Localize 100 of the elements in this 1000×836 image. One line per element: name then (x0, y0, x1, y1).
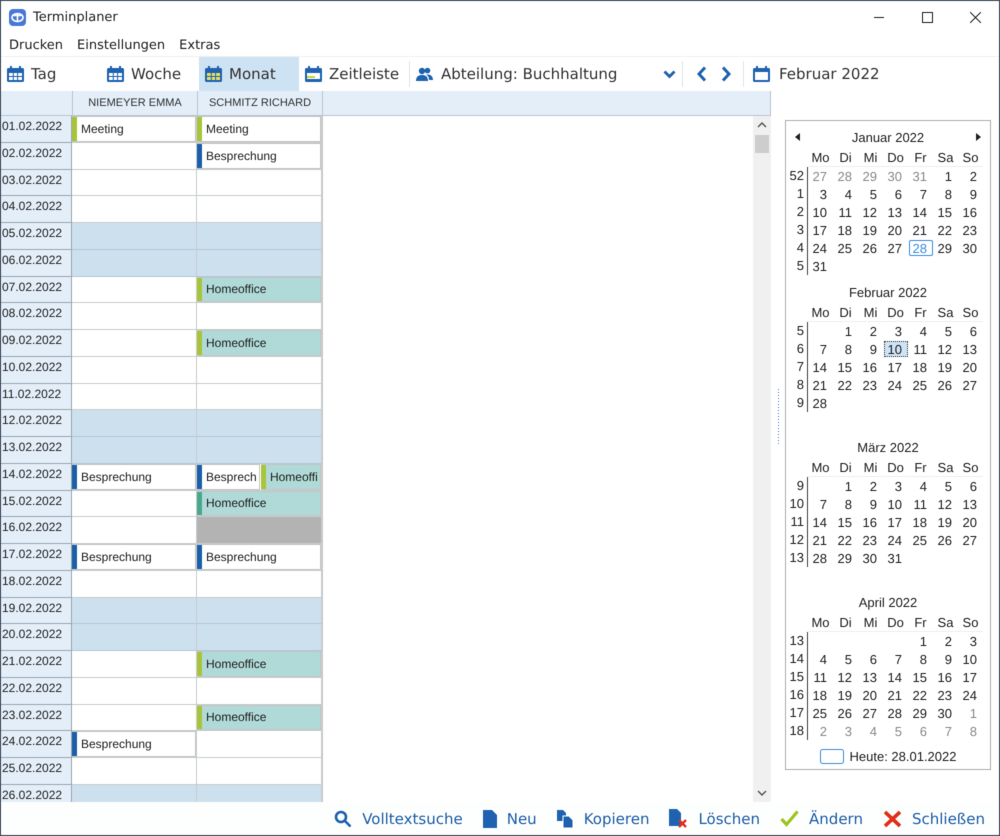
calendar-day[interactable]: 22 (834, 532, 858, 548)
calendar-day[interactable]: 2 (959, 168, 983, 184)
calendar-day[interactable]: 30 (859, 550, 883, 566)
new-button[interactable]: Neu (482, 810, 537, 828)
calendar-day[interactable]: 16 (859, 359, 883, 376)
calendar-day[interactable]: 21 (809, 532, 833, 548)
calendar-day[interactable]: 31 (884, 550, 908, 566)
calendar-day[interactable]: 28 (809, 550, 833, 566)
calendar-day[interactable]: 24 (884, 532, 908, 548)
calendar-day[interactable]: 27 (959, 377, 983, 394)
calendar-day[interactable]: 1 (834, 323, 858, 340)
splitter-handle[interactable] (776, 388, 780, 444)
calendar-day[interactable]: 23 (959, 222, 983, 238)
calendar-day[interactable]: 10 (809, 204, 833, 220)
calendar-day[interactable]: 13 (884, 204, 908, 220)
calendar-day[interactable]: 28 (809, 395, 833, 412)
calendar-day[interactable]: 12 (834, 669, 858, 686)
appointment-block[interactable]: Besprechung (72, 464, 196, 490)
calendar-day[interactable]: 9 (959, 186, 983, 202)
calendar-day[interactable]: 21 (809, 377, 833, 394)
appointment-block[interactable]: Homeoffice (197, 651, 321, 677)
calendar-day[interactable]: 18 (834, 222, 858, 238)
calendar-day[interactable]: 6 (959, 478, 983, 494)
calendar-day[interactable]: 3 (959, 633, 983, 650)
calendar-day[interactable]: 5 (834, 651, 858, 668)
calendar-day[interactable]: 8 (934, 186, 958, 202)
calendar-day[interactable]: 10 (959, 651, 983, 668)
calendar-day[interactable]: 15 (834, 359, 858, 376)
calendar-day[interactable]: 8 (834, 341, 858, 358)
calendar-day[interactable]: 24 (884, 377, 908, 394)
calendar-day[interactable]: 29 (834, 550, 858, 566)
appointment-block[interactable]: Homeoffice (197, 490, 321, 516)
calendar-day[interactable]: 12 (859, 204, 883, 220)
calendar-day[interactable]: 27 (959, 532, 983, 548)
calendar-day[interactable]: 9 (934, 651, 958, 668)
calendar-day[interactable]: 10 (884, 341, 908, 358)
close-button[interactable]: Schließen (882, 810, 985, 828)
calendar-day[interactable]: 6 (884, 186, 908, 202)
calendar-day[interactable]: 11 (909, 341, 933, 358)
calendar-day[interactable]: 26 (859, 240, 883, 256)
calendar-day[interactable]: 3 (884, 323, 908, 340)
appointment-block[interactable]: Besprechung (197, 142, 321, 168)
calendar-day[interactable]: 20 (959, 514, 983, 530)
scrollbar-thumb[interactable] (755, 135, 769, 153)
calendar-day[interactable]: 19 (934, 359, 958, 376)
calendar-day[interactable]: 20 (859, 687, 883, 704)
calendar-day[interactable]: 5 (859, 186, 883, 202)
calendar-day[interactable]: 10 (884, 496, 908, 512)
calendar-day[interactable]: 14 (884, 669, 908, 686)
calendar-day[interactable]: 18 (909, 514, 933, 530)
calendar-day[interactable]: 23 (859, 377, 883, 394)
calendar-day[interactable]: 16 (859, 514, 883, 530)
calendar-day[interactable]: 15 (834, 514, 858, 530)
calendar-day[interactable]: 9 (859, 496, 883, 512)
calendar-day[interactable]: 2 (934, 633, 958, 650)
calendar-day[interactable]: 13 (959, 496, 983, 512)
appointment-block[interactable]: Homeoffice (197, 704, 321, 730)
calendar-day[interactable]: 6 (859, 651, 883, 668)
calendar-day[interactable]: 17 (884, 514, 908, 530)
appointment-block[interactable]: Besprechung (72, 544, 196, 570)
search-button[interactable]: Volltextsuche (334, 810, 463, 828)
calendar-day[interactable]: 18 (909, 359, 933, 376)
calendar-day[interactable]: 7 (809, 496, 833, 512)
menu-item[interactable]: Einstellungen (70, 38, 172, 52)
calendar-day[interactable]: 15 (934, 204, 958, 220)
calendar-day[interactable]: 16 (934, 669, 958, 686)
calendar-day[interactable]: 12 (934, 341, 958, 358)
appointment-block[interactable]: Homeoffi (260, 464, 322, 490)
calendar-day[interactable]: 17 (884, 359, 908, 376)
calendar-day[interactable]: 3 (809, 186, 833, 202)
calendar-day[interactable]: 5 (934, 478, 958, 494)
calendar-day[interactable]: 13 (959, 341, 983, 358)
calendar-day[interactable]: 8 (909, 651, 933, 668)
calendar-day[interactable]: 9 (859, 341, 883, 358)
calendar-day[interactable]: 3 (884, 478, 908, 494)
calendar-day[interactable]: 1 (834, 478, 858, 494)
calendar-day[interactable]: 11 (834, 204, 858, 220)
calendar-day[interactable]: 25 (834, 240, 858, 256)
calendar-day[interactable]: 16 (959, 204, 983, 220)
calendar-day[interactable]: 7 (909, 186, 933, 202)
appointment-block[interactable]: Besprechung (72, 731, 196, 757)
next-button[interactable] (721, 66, 731, 82)
appointment-block[interactable]: Besprechung (197, 544, 321, 570)
appointment-block[interactable]: Homeoffice (197, 276, 321, 302)
calendar-day[interactable]: 11 (809, 669, 833, 686)
calendar-day[interactable]: 19 (834, 687, 858, 704)
calendar-day[interactable]: 23 (859, 532, 883, 548)
calendar-day[interactable]: 21 (909, 222, 933, 238)
calendar-day[interactable]: 29 (934, 240, 958, 256)
calendar-day[interactable]: 19 (859, 222, 883, 238)
calendar-day[interactable]: 27 (884, 240, 908, 256)
calendar-day[interactable]: 22 (834, 377, 858, 394)
calendar-day[interactable]: 24 (959, 687, 983, 704)
scrollbar[interactable] (753, 116, 771, 802)
calendar-day[interactable]: 20 (884, 222, 908, 238)
calendar-day[interactable]: 30 (934, 705, 958, 722)
calendar-day[interactable]: 29 (909, 705, 933, 722)
appointment-block[interactable]: Meeting (72, 116, 196, 142)
calendar-day[interactable]: 21 (884, 687, 908, 704)
delete-button[interactable]: Löschen (669, 809, 760, 828)
